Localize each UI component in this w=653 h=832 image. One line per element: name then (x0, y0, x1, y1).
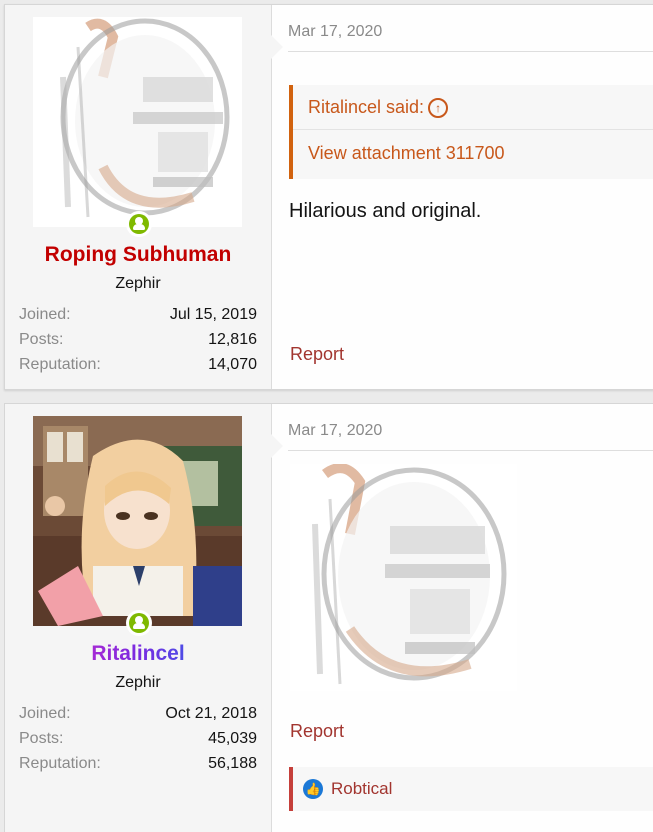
stat-posts: Posts: 12,816 (19, 328, 257, 353)
avatar[interactable] (33, 416, 242, 626)
user-info-panel: Ritalincel Zephir Joined: Oct 21, 2018 P… (5, 404, 283, 832)
stat-value: 14,070 (208, 356, 257, 373)
reaction-users-link[interactable]: Robtical (331, 779, 392, 799)
divider (288, 450, 653, 451)
stat-label: Reputation: (19, 755, 101, 772)
stat-posts: Posts: 45,039 (19, 727, 257, 752)
user-info-panel: Roping Subhuman Zephir Joined: Jul 15, 2… (5, 5, 283, 389)
arrow-up-circle-icon[interactable]: ↑ (428, 98, 449, 119)
stat-label: Joined: (19, 705, 71, 722)
anime-avatar-image (33, 416, 242, 626)
stat-value: 56,188 (208, 755, 257, 772)
stat-value[interactable]: 12,816 (208, 328, 257, 353)
report-link[interactable]: Report (290, 344, 344, 365)
avatar[interactable] (33, 17, 242, 227)
stat-label: Joined: (19, 306, 71, 323)
stat-label: Posts: (19, 730, 64, 747)
wojak-avatar-image (33, 17, 242, 227)
attached-image[interactable] (290, 464, 517, 691)
report-link[interactable]: Report (290, 721, 344, 742)
stat-reputation: Reputation: 56,188 (19, 752, 257, 777)
stat-label: Reputation: (19, 356, 101, 373)
user-title: Zephir (115, 674, 161, 691)
post-date[interactable]: Mar 17, 2020 (288, 422, 382, 440)
stat-reputation: Reputation: 14,070 (19, 353, 257, 378)
stat-joined: Joined: Jul 15, 2019 (19, 303, 257, 328)
user-title: Zephir (115, 275, 161, 292)
message-text: Hilarious and original. (289, 200, 482, 222)
user-stats: Joined: Oct 21, 2018 Posts: 45,039 Reput… (19, 702, 257, 777)
stat-value: Oct 21, 2018 (165, 705, 257, 722)
post-2: Ritalincel Zephir Joined: Oct 21, 2018 P… (4, 403, 653, 832)
view-attachment-link[interactable]: View attachment 311700 (308, 143, 504, 164)
username[interactable]: Roping Subhuman (5, 243, 271, 267)
stat-value[interactable]: 45,039 (208, 727, 257, 752)
post-1: Roping Subhuman Zephir Joined: Jul 15, 2… (4, 4, 653, 390)
quote-block: Ritalincel said: ↑ View attachment 311700 (289, 85, 653, 179)
thumbs-up-icon: 👍 (303, 779, 323, 799)
stat-joined: Joined: Oct 21, 2018 (19, 702, 257, 727)
online-status-icon (126, 211, 152, 237)
quote-author[interactable]: Ritalincel said: ↑ (308, 97, 449, 119)
reactions-bar: 👍 Robtical (289, 767, 653, 811)
divider (293, 129, 653, 130)
username[interactable]: Ritalincel (5, 642, 271, 666)
quote-author-label[interactable]: Ritalincel said: (308, 97, 424, 117)
stat-value: Jul 15, 2019 (169, 306, 257, 323)
post-main: Mar 17, 2020 Ritalincel said: ↑ View atta… (272, 5, 653, 389)
wojak-attachment-image (290, 464, 517, 691)
post-main: Mar 17, 2020 Report 👍 Robtical (272, 404, 653, 832)
post-date[interactable]: Mar 17, 2020 (288, 23, 382, 41)
divider (288, 51, 653, 52)
online-status-icon (126, 610, 152, 636)
user-stats: Joined: Jul 15, 2019 Posts: 12,816 Reput… (19, 303, 257, 378)
stat-label: Posts: (19, 331, 64, 348)
